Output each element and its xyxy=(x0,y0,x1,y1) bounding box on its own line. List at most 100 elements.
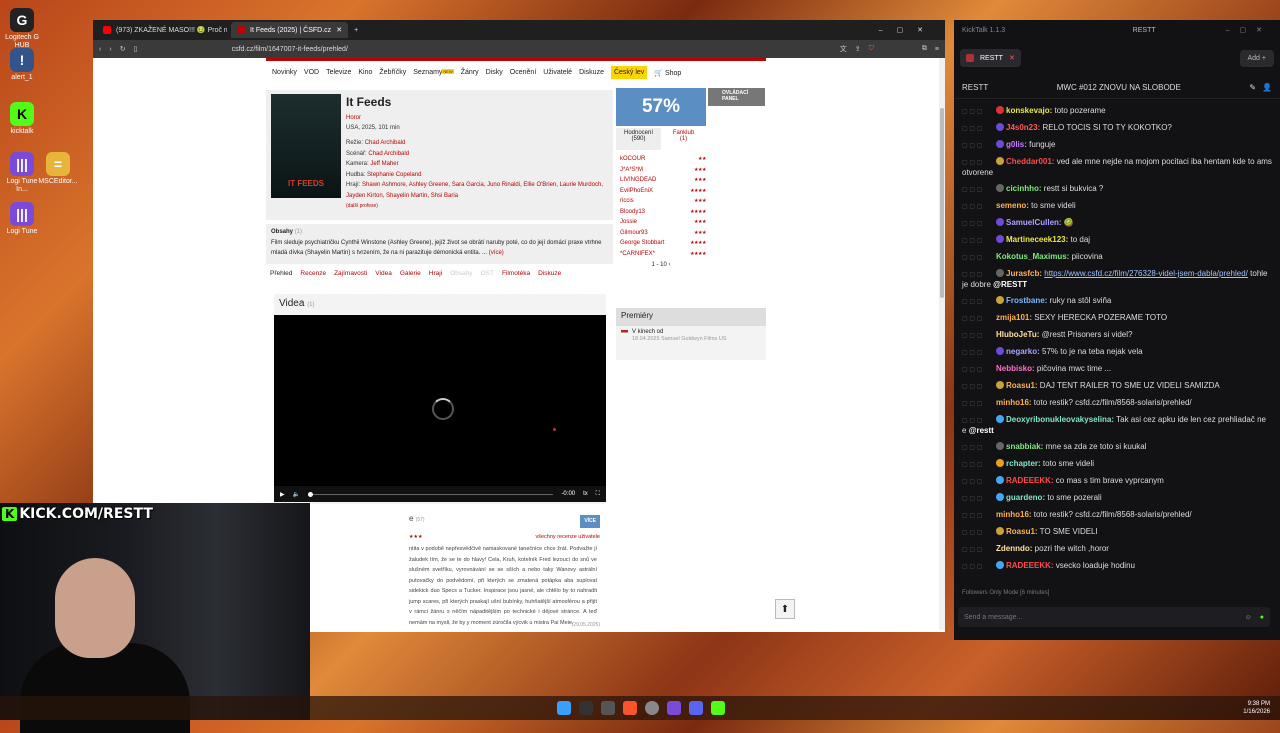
page-scrollbar[interactable] xyxy=(939,58,945,630)
play-icon[interactable]: ▶ xyxy=(280,491,285,498)
chat-username[interactable]: snabbiak: xyxy=(1006,442,1043,451)
clock[interactable]: 9:38 PM 1/16/2026 xyxy=(1243,700,1270,716)
obs-icon[interactable] xyxy=(645,701,659,715)
mod-tools[interactable]: ▢ ▢ ▢ xyxy=(962,141,996,151)
rating-tab-fanklub[interactable]: Fanklub (1) xyxy=(661,128,706,150)
chat-message[interactable]: ▢ ▢ ▢ negarko: 57% to je na teba nejak ve… xyxy=(954,344,1280,361)
chat-username[interactable]: RADEEEKK: xyxy=(1006,476,1054,485)
rater-name[interactable]: J*A*S*M xyxy=(620,165,643,176)
mod-tools[interactable]: ▢ ▢ ▢ xyxy=(962,124,996,134)
chat-message[interactable]: ▢ ▢ ▢ Nebbisko: pičovina mwc time ... xyxy=(954,361,1280,378)
browser-tab-csfd[interactable]: It Feeds (2025) | ČSFD.cz ✕ xyxy=(231,22,349,38)
chat-input[interactable]: Send a message... ☺ ● xyxy=(958,607,1270,627)
chat-message[interactable]: ▢ ▢ ▢ snabbiak: mne sa zda ze toto si kuu… xyxy=(954,439,1280,456)
nav-item-shop[interactable]: 🛒 Shop xyxy=(654,69,681,77)
twitch-icon[interactable] xyxy=(667,701,681,715)
add-channel-button[interactable]: Add + xyxy=(1239,49,1274,67)
chat-message[interactable]: ▢ ▢ ▢ zmija101: SEXY HERECKA POZERAME TOT… xyxy=(954,310,1280,327)
fullscreen-icon[interactable]: ⛶ xyxy=(596,491,600,498)
more-professions-link[interactable]: (další profese) xyxy=(346,201,378,212)
rater-name[interactable]: LIVINGDEAD xyxy=(620,175,656,186)
mod-tools[interactable]: ▢ ▢ ▢ xyxy=(962,494,996,504)
user-icon[interactable]: 👤 xyxy=(1262,83,1272,92)
mod-tools[interactable]: ▢ ▢ ▢ xyxy=(962,348,996,358)
chat-username[interactable]: negarko: xyxy=(1006,347,1040,356)
chat-username[interactable]: zmija101: xyxy=(996,313,1032,322)
chat-username[interactable]: Zdenndo: xyxy=(996,544,1032,553)
chat-link[interactable]: https://www.csfd.cz/film/276328-videl-js… xyxy=(1044,269,1248,278)
chat-message[interactable]: ▢ ▢ ▢ minho16: toto restik? csfd.cz/film/… xyxy=(954,507,1280,524)
chat-message[interactable]: ▢ ▢ ▢ RADEEEKK: vsecko loaduje hodinu xyxy=(954,558,1280,575)
mod-tools[interactable]: ▢ ▢ ▢ xyxy=(962,477,996,487)
nav-item[interactable]: Ocenění xyxy=(510,69,536,76)
nav-item[interactable]: Televize xyxy=(326,69,351,76)
scroll-to-top-button[interactable]: ⬆ xyxy=(775,599,795,619)
subtitles-button[interactable]: tx xyxy=(583,491,588,497)
mod-tools[interactable]: ▢ ▢ ▢ xyxy=(962,528,996,538)
chat-message[interactable]: ▢ ▢ ▢ Roasu1: DAJ TENT RAILER TO SME UZ V… xyxy=(954,378,1280,395)
mod-tools[interactable]: ▢ ▢ ▢ xyxy=(962,314,996,324)
start-icon[interactable] xyxy=(557,701,571,715)
chat-username[interactable]: guardeno: xyxy=(1006,493,1045,502)
close-icon[interactable]: ✕ xyxy=(1009,54,1015,62)
chat-message[interactable]: ▢ ▢ ▢ SamuelCullen: 🥝 xyxy=(954,215,1280,232)
nav-item[interactable]: Uživatelé xyxy=(543,69,572,76)
extensions-icon[interactable]: ⧉ xyxy=(922,45,927,53)
subtab[interactable]: Galerie xyxy=(400,270,421,284)
nav-item[interactable]: Disky xyxy=(486,69,503,76)
chat-message[interactable]: ▢ ▢ ▢ konskevajo: toto pozerame xyxy=(954,103,1280,120)
mod-tools[interactable]: ▢ ▢ ▢ xyxy=(962,416,996,426)
chat-message[interactable]: ▢ ▢ ▢ Zdenndo: pozri the witch ,horor xyxy=(954,541,1280,558)
window-controls[interactable]: –▢✕ xyxy=(879,26,937,34)
brave-icon[interactable] xyxy=(623,701,637,715)
chat-mention[interactable]: @restt xyxy=(969,426,994,435)
brave-shield-icon[interactable]: ⛉ xyxy=(869,45,874,53)
translate-icon[interactable]: 文 xyxy=(840,44,847,54)
rater-name[interactable]: Jossie xyxy=(620,217,637,228)
browser-tab-youtube[interactable]: (973) ZKAŽENÉ MASO!!! 🤢 Proč mám ✕ xyxy=(97,22,227,38)
reviews-more-button[interactable]: VÍCE xyxy=(580,515,600,528)
chat-message[interactable]: ▢ ▢ ▢ Kokotus_Maximus: piicovina xyxy=(954,249,1280,266)
subtab[interactable]: Videa xyxy=(375,270,392,284)
mod-tools[interactable]: ▢ ▢ ▢ xyxy=(962,545,996,555)
mod-tools[interactable]: ▢ ▢ ▢ xyxy=(962,511,996,521)
new-tab-icon[interactable]: + xyxy=(354,27,358,34)
close-icon[interactable]: ✕ xyxy=(336,26,342,34)
discord-icon[interactable] xyxy=(689,701,703,715)
desktop-icon[interactable]: ||| Logi Tune xyxy=(0,202,44,236)
rater-name[interactable]: EvilPhoEniX xyxy=(620,186,653,197)
rater-name[interactable]: kOCOUR xyxy=(620,154,645,165)
nav-item[interactable]: Novinky xyxy=(272,69,297,76)
chat-message[interactable]: ▢ ▢ ▢ semeno: to sme videli xyxy=(954,198,1280,215)
chat-message[interactable]: ▢ ▢ ▢ guardeno: to sme pozerali xyxy=(954,490,1280,507)
mod-tools[interactable]: ▢ ▢ ▢ xyxy=(962,253,996,263)
mod-tools[interactable]: ▢ ▢ ▢ xyxy=(962,460,996,470)
progress-handle[interactable] xyxy=(308,491,314,497)
volume-icon[interactable]: 🔈 xyxy=(293,491,300,498)
video-progress[interactable] xyxy=(308,491,554,497)
chat-message[interactable]: ▢ ▢ ▢ J4s0n23: RELO TOCIS SI TO TY KOKOTK… xyxy=(954,120,1280,137)
cast-links[interactable]: Shawn Ashmore, Ashley Greene, Sara Garci… xyxy=(346,182,603,199)
chat-message[interactable]: ▢ ▢ ▢ Deoxyribonukleovakyselina: Tak asi … xyxy=(954,412,1280,439)
subtab[interactable]: Přehled xyxy=(270,270,292,284)
emote-icon[interactable]: ☺ xyxy=(1245,614,1252,621)
chat-username[interactable]: Deoxyribonukleovakyselina: xyxy=(1006,415,1114,424)
chat-username[interactable]: Kokotus_Maximus: xyxy=(996,252,1069,261)
desktop-icon[interactable]: ! alert_1 xyxy=(0,48,44,82)
chat-username[interactable]: Jurasfcb: xyxy=(1006,269,1042,278)
chat-username[interactable]: HluboJeTu: xyxy=(996,330,1039,339)
scrollbar-thumb[interactable] xyxy=(940,108,944,298)
control-panel-button[interactable]: OVLÁDACÍ PANEL xyxy=(708,88,765,106)
nav-item-cesky-lev[interactable]: Český lev xyxy=(610,66,648,79)
chat-username[interactable]: Roasu1: xyxy=(1006,527,1038,536)
mod-tools[interactable]: ▢ ▢ ▢ xyxy=(962,297,996,307)
rater-name[interactable]: Gilmour93 xyxy=(620,228,648,239)
chat-username[interactable]: minho16: xyxy=(996,510,1032,519)
subtab[interactable]: Recenze xyxy=(300,270,326,284)
kick-icon[interactable] xyxy=(711,701,725,715)
mod-tools[interactable]: ▢ ▢ ▢ xyxy=(962,365,996,375)
chat-username[interactable]: minho16: xyxy=(996,398,1032,407)
chat-message[interactable]: ▢ ▢ ▢ minho16: toto restik? csfd.cz/film/… xyxy=(954,395,1280,412)
chat-username[interactable]: g0lis: xyxy=(1006,140,1027,149)
chat-message[interactable]: ▢ ▢ ▢ Frostbane: ruky na stôl sviňa xyxy=(954,293,1280,310)
